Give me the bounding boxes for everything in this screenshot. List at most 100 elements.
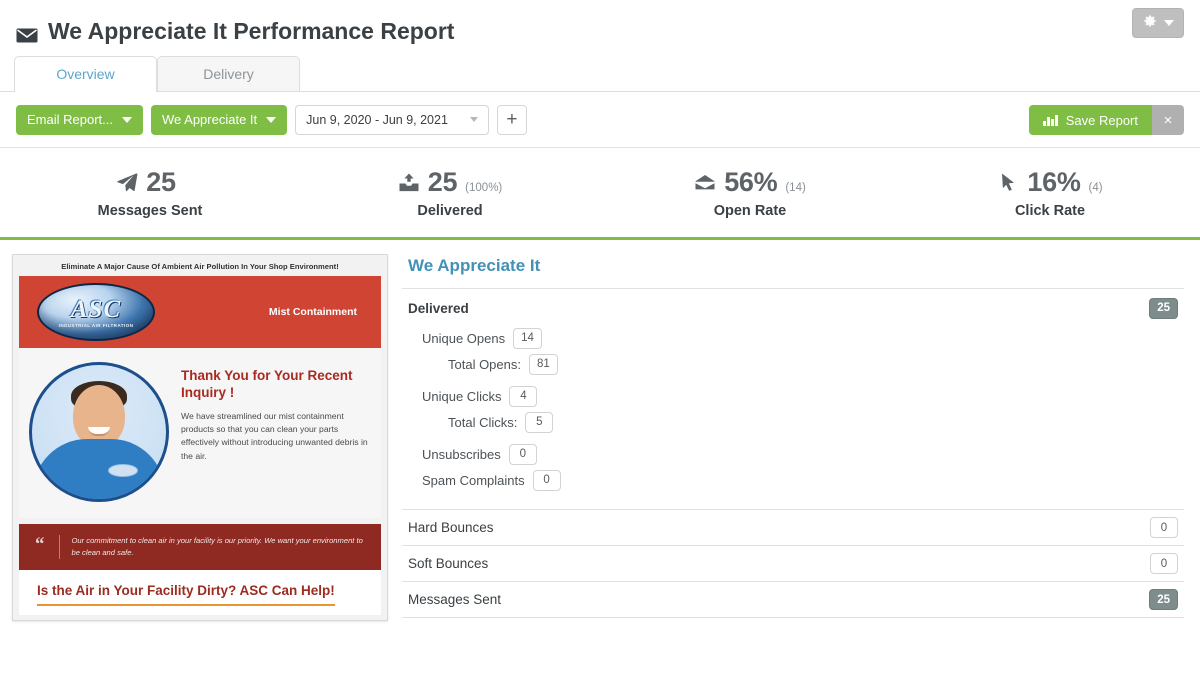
stat-value-row: 25 [0,167,300,198]
preview-quote-text: Our commitment to clean air in your faci… [58,534,366,560]
date-range-picker[interactable]: Jun 9, 2020 - Jun 9, 2021 [295,104,489,135]
metric-group-delivered: Delivered 25 Unique Opens 14 Total Opens… [402,288,1184,509]
preview-tagline: Eliminate A Major Cause Of Ambient Air P… [13,255,387,276]
asc-logo-subtitle: INDUSTRIAL AIR FILTRATION [58,322,134,328]
preview-headline: Thank You for Your Recent Inquiry ! [181,368,353,400]
page-title: We Appreciate It Performance Report [16,8,1184,43]
preview-quote-block: “ Our commitment to clean air in your fa… [19,524,381,570]
chevron-down-icon [1163,20,1174,26]
stat-value-row: 16% (4) [900,167,1200,198]
email-preview-wrapper: Eliminate A Major Cause Of Ambient Air P… [0,254,394,621]
campaign-label: We Appreciate It [161,112,258,127]
metric-label: Messages Sent [408,592,502,607]
stat-click-rate: 16% (4) Click Rate [900,167,1200,219]
toolbar-right-group: Save Report × [1029,105,1184,135]
chevron-down-icon [469,117,478,122]
metric-total-clicks: Total Clicks: 5 [408,409,1178,435]
metric-spam-complaints: Spam Complaints 0 [408,467,1178,493]
stat-delivered: 25 (100%) Delivered [300,167,600,219]
date-range-label: Jun 9, 2020 - Jun 9, 2021 [306,112,448,127]
page-header: We Appreciate It Performance Report [0,0,1200,56]
save-report-button[interactable]: Save Report [1029,105,1152,135]
metric-label: Spam Complaints [422,472,525,488]
email-preview-card[interactable]: Eliminate A Major Cause Of Ambient Air P… [12,254,388,621]
stat-label: Open Rate [713,202,787,219]
metric-value: 5 [525,411,554,433]
stat-messages-sent: 25 Messages Sent [0,167,300,219]
metric-value: 4 [509,385,538,407]
metric-label: Hard Bounces [408,520,494,535]
metric-label: Unsubscribes [422,446,501,462]
tab-delivery-label: Delivery [203,66,254,82]
metric-label: Total Clicks: [448,414,518,430]
page-title-text: We Appreciate It Performance Report [48,18,455,44]
save-report-label: Save Report [1065,112,1138,128]
metric-label: Unique Opens [422,330,506,346]
preview-cta-text: Is the Air in Your Facility Dirty? ASC C… [37,583,335,606]
stat-value-row: 25 (100%) [300,167,600,198]
metric-label: Unique Clicks [422,388,502,404]
tab-overview-label: Overview [56,66,115,82]
stat-value: 25 [146,166,176,197]
delivered-label: Delivered [408,300,469,316]
bar-chart-icon [1043,114,1058,126]
stat-value: 25 [427,166,458,197]
stat-value: 56% [724,166,778,197]
preview-paragraph: We have streamlined our mist containment… [181,410,368,461]
inbox-download-icon [398,172,420,193]
metric-value: 0 [1150,553,1178,574]
stat-sub: (4) [1088,181,1103,194]
toolbar-left-group: Email Report... We Appreciate It Jun 9, … [16,104,527,135]
chevron-down-icon [121,116,132,123]
open-envelope-icon [694,172,716,193]
asc-logo: ASC INDUSTRIAL AIR FILTRATION [37,283,155,341]
photo-head [73,385,125,447]
metrics-bottom-divider [402,617,1184,618]
metric-row-hard-bounces: Hard Bounces 0 [402,509,1184,545]
metric-unique-opens: Unique Opens 14 [408,325,1178,351]
metric-unique-clicks: Unique Clicks 4 [408,383,1178,409]
gear-icon [1143,14,1157,33]
stat-open-rate: 56% (14) Open Rate [600,167,900,219]
stats-summary: 25 Messages Sent 25 (100%) Delivered 56%… [0,148,1200,240]
stat-sub: (14) [785,181,806,194]
preview-person-photo [29,362,169,502]
stat-sub: (100%) [465,181,503,194]
settings-button[interactable] [1132,8,1184,38]
tab-delivery[interactable]: Delivery [157,56,300,91]
tab-overview[interactable]: Overview [14,56,157,92]
cursor-arrow-icon [997,172,1019,193]
plus-icon: + [506,109,518,130]
asc-logo-word: ASC [70,295,122,323]
paper-plane-icon [116,172,138,193]
stat-value-row: 56% (14) [600,167,900,198]
add-filter-button[interactable]: + [496,104,527,135]
metric-value: 25 [1149,589,1178,610]
metric-total-opens: Total Opens: 81 [408,351,1178,377]
metric-value: 0 [1150,517,1178,538]
email-report-dropdown[interactable]: Email Report... [16,104,143,135]
metric-row-soft-bounces: Soft Bounces 0 [402,545,1184,581]
delivered-header: Delivered 25 [408,297,1178,319]
metric-unsubscribes: Unsubscribes 0 [408,441,1178,467]
stat-label: Delivered [417,202,483,219]
metric-value: 0 [532,469,561,491]
quote-mark-icon: “ [35,533,45,555]
tab-bar: Overview Delivery [0,56,1200,92]
campaign-dropdown[interactable]: We Appreciate It [150,104,288,135]
metric-value: 14 [513,327,542,349]
stat-label: Click Rate [1014,202,1086,219]
report-toolbar: Email Report... We Appreciate It Jun 9, … [0,92,1200,148]
preview-body: Thank You for Your Recent Inquiry ! We h… [19,348,381,518]
metric-label: Soft Bounces [408,556,489,571]
metrics-panel: We Appreciate It Delivered 25 Unique Ope… [394,254,1200,621]
close-icon: × [1163,111,1173,129]
envelope-icon [16,24,38,43]
preview-banner-title: Mist Containment [268,306,357,318]
photo-shirt [33,439,165,499]
metric-row-messages-sent: Messages Sent 25 [402,581,1184,617]
metric-value: 81 [529,353,558,375]
preview-copy: Thank You for Your Recent Inquiry ! We h… [181,362,371,508]
close-report-button[interactable]: × [1152,105,1184,135]
